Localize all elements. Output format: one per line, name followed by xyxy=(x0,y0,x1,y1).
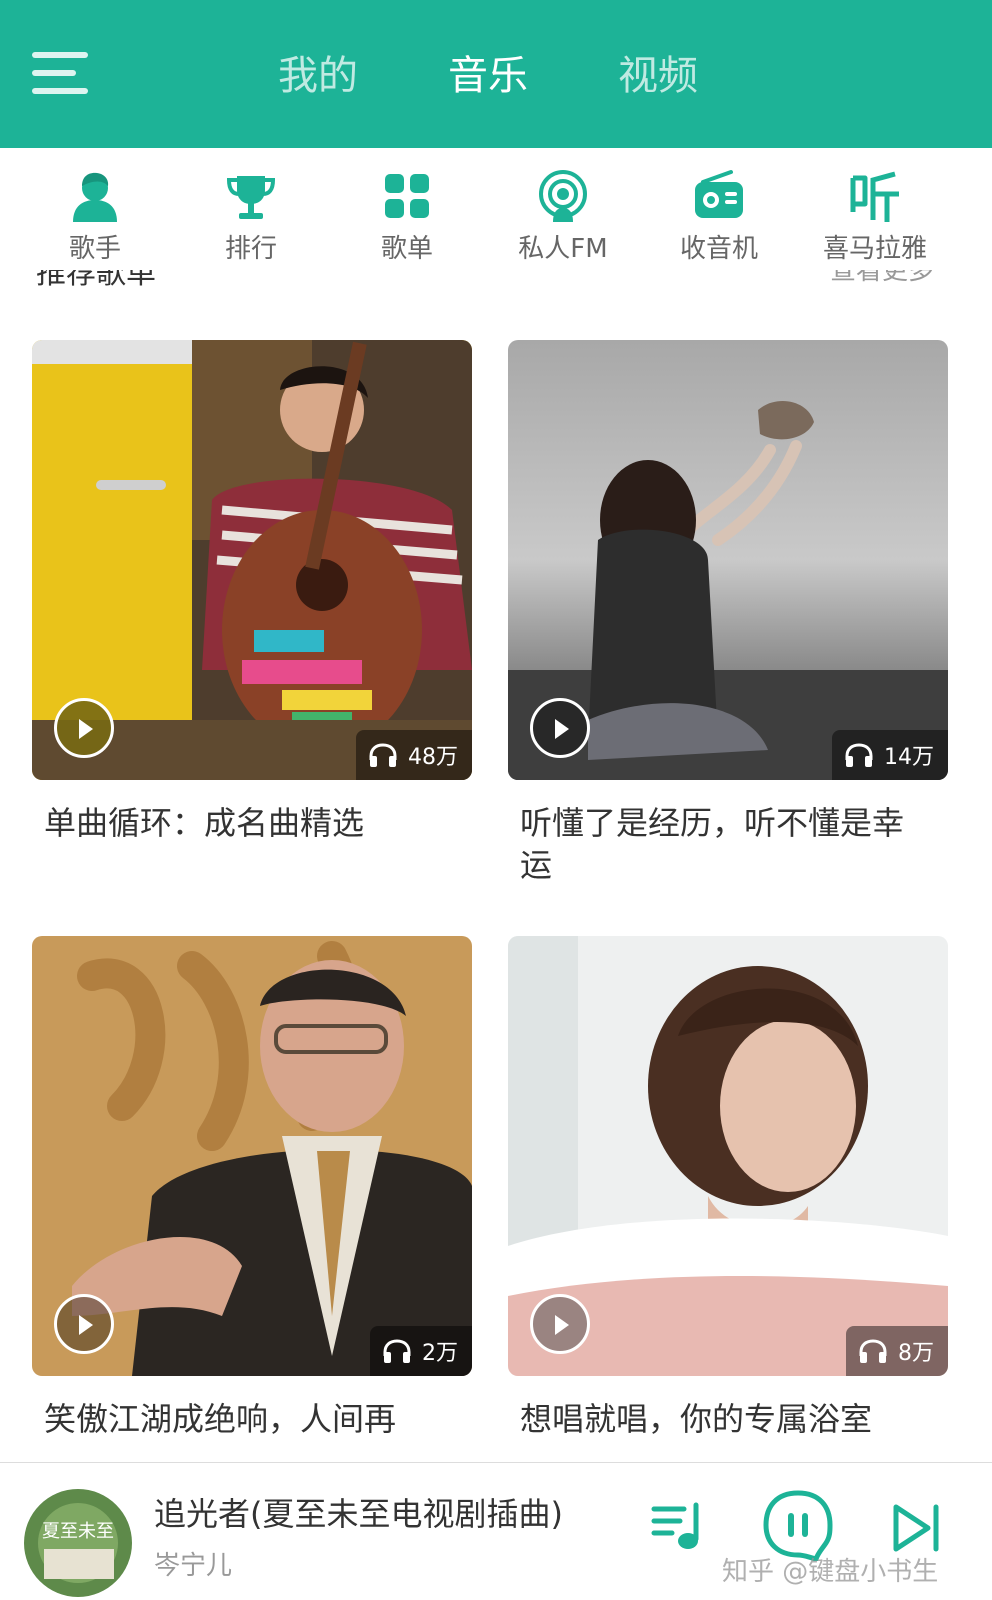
category-playlist[interactable]: 歌单 xyxy=(332,168,482,266)
podcast-icon xyxy=(539,170,587,222)
play-count-badge: 2万 xyxy=(370,1326,472,1376)
category-ximalaya[interactable]: 喜马拉雅 xyxy=(800,168,950,266)
category-singer[interactable]: 歌手 xyxy=(20,168,170,266)
album-art: 夏至未至 xyxy=(24,1489,132,1597)
playlist-title[interactable]: 想唱就唱，你的专属浴室 xyxy=(520,1398,930,1440)
tab-video[interactable]: 视频 xyxy=(618,50,698,102)
playlist-cover[interactable]: 14万 xyxy=(508,340,948,780)
section-header-peek: 推荐歌单 查看更多 xyxy=(0,270,992,292)
singer-icon xyxy=(73,172,117,222)
play-icon xyxy=(555,1315,569,1335)
playlist-queue-icon[interactable] xyxy=(650,1499,710,1555)
category-label: 歌单 xyxy=(380,234,433,264)
play-button[interactable] xyxy=(54,1294,114,1354)
play-count-badge: 8万 xyxy=(846,1326,948,1376)
category-rank[interactable]: 排行 xyxy=(176,168,326,266)
playlist-cover[interactable]: 2万 xyxy=(32,936,472,1376)
category-label: 排行 xyxy=(224,234,277,264)
category-label: 歌手 xyxy=(68,234,121,264)
playlist-title[interactable]: 听懂了是经历，听不懂是幸运 xyxy=(520,802,930,886)
song-title: 追光者(夏至未至电视剧插曲) xyxy=(154,1495,563,1533)
category-bar: 歌手 排行 歌单 私人FM 收音机 喜马拉雅 xyxy=(0,148,992,276)
play-button[interactable] xyxy=(530,1294,590,1354)
grid-icon xyxy=(385,174,429,218)
category-label: 收音机 xyxy=(679,234,758,264)
play-count-badge: 48万 xyxy=(356,730,472,780)
play-count-badge: 14万 xyxy=(832,730,948,780)
headphones-icon xyxy=(859,1339,887,1363)
album-cover[interactable]: 夏至未至 xyxy=(24,1489,132,1597)
headphones-icon xyxy=(845,743,873,767)
play-count: 14万 xyxy=(884,745,934,770)
listen-icon xyxy=(850,171,899,222)
category-label: 喜马拉雅 xyxy=(822,234,927,264)
hamburger-menu-icon[interactable] xyxy=(32,52,88,94)
section-title: 推荐歌单 xyxy=(36,270,156,291)
play-icon xyxy=(79,1315,93,1335)
tab-mine[interactable]: 我的 xyxy=(278,50,358,102)
category-label: 私人FM xyxy=(518,234,608,264)
more-link[interactable]: 查看更多 xyxy=(830,270,934,287)
play-button[interactable] xyxy=(54,698,114,758)
trophy-icon xyxy=(226,176,276,219)
play-icon xyxy=(79,719,93,739)
top-bar: 我的 音乐 视频 xyxy=(0,0,992,148)
album-art-text: 夏至未至 xyxy=(42,1521,114,1542)
next-track-icon[interactable] xyxy=(892,1503,944,1553)
radio-icon xyxy=(695,170,743,218)
playlist-title[interactable]: 单曲循环：成名曲精选 xyxy=(44,802,454,844)
tab-music[interactable]: 音乐 xyxy=(448,50,528,102)
playlist-cover[interactable]: 48万 xyxy=(32,340,472,780)
play-icon xyxy=(555,719,569,739)
play-count: 8万 xyxy=(898,1341,934,1366)
headphones-icon xyxy=(369,743,397,767)
playlist-cover[interactable]: 8万 xyxy=(508,936,948,1376)
playlist-title[interactable]: 笑傲江湖成绝响，人间再 xyxy=(44,1398,454,1440)
category-fm[interactable]: 私人FM xyxy=(488,168,638,266)
headphones-icon xyxy=(383,1339,411,1363)
play-count: 2万 xyxy=(422,1341,458,1366)
mini-player[interactable]: 夏至未至 追光者(夏至未至电视剧插曲) 岑宁儿 知乎 @键盘小书生 xyxy=(0,1462,992,1600)
play-count: 48万 xyxy=(408,745,458,770)
artist-name: 岑宁儿 xyxy=(154,1551,233,1581)
play-button[interactable] xyxy=(530,698,590,758)
watermark: 知乎 @键盘小书生 xyxy=(722,1557,939,1587)
category-radio[interactable]: 收音机 xyxy=(644,168,794,266)
